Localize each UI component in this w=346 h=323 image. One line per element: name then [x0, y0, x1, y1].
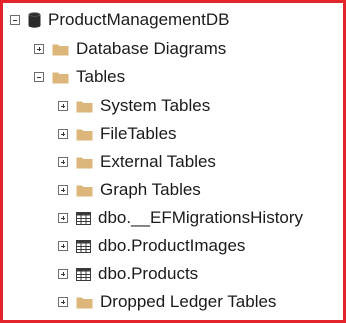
table-icon: [76, 239, 91, 253]
expand-icon[interactable]: [58, 213, 68, 223]
folder-icon: [76, 101, 93, 112]
collapse-icon[interactable]: [10, 15, 20, 25]
folder-icon: [76, 129, 93, 140]
tree-node-filetables[interactable]: FileTables: [58, 122, 177, 146]
tree-node-database-diagrams[interactable]: Database Diagrams: [34, 37, 226, 61]
database-icon: [28, 12, 41, 28]
folder-icon: [76, 185, 93, 196]
folder-icon: [52, 44, 69, 55]
tree-node-table-efmigrationshistory[interactable]: dbo.__EFMigrationsHistory: [58, 206, 303, 230]
tree-node-tables[interactable]: Tables: [34, 65, 125, 89]
table-icon: [76, 211, 91, 225]
table-icon: [76, 267, 91, 281]
tree-node-graph-tables[interactable]: Graph Tables: [58, 178, 201, 202]
tree-node-label: ProductManagementDB: [48, 10, 230, 29]
tree-node-label: Dropped Ledger Tables: [100, 292, 277, 311]
object-explorer-tree: ProductManagementDB Database Diagrams Ta…: [0, 0, 346, 323]
expand-icon[interactable]: [58, 297, 68, 307]
folder-icon: [76, 297, 93, 308]
expand-icon[interactable]: [58, 269, 68, 279]
tree-node-label: Database Diagrams: [76, 39, 227, 58]
tree-node-table-products[interactable]: dbo.Products: [58, 262, 198, 286]
tree-node-label: Tables: [76, 67, 126, 86]
expand-icon[interactable]: [58, 129, 68, 139]
tree-node-label: System Tables: [100, 96, 211, 115]
tree-node-label: External Tables: [100, 152, 216, 171]
expand-icon[interactable]: [58, 185, 68, 195]
expand-icon[interactable]: [58, 157, 68, 167]
tree-node-database[interactable]: ProductManagementDB: [10, 8, 229, 32]
folder-icon: [76, 157, 93, 168]
tree-node-dropped-ledger-tables[interactable]: Dropped Ledger Tables: [58, 290, 276, 314]
collapse-icon[interactable]: [34, 72, 44, 82]
tree-node-label: FileTables: [100, 124, 177, 143]
tree-node-label: dbo.__EFMigrationsHistory: [98, 208, 304, 227]
tree-node-label: dbo.Products: [98, 264, 199, 283]
tree-node-system-tables[interactable]: System Tables: [58, 94, 210, 118]
tree-node-external-tables[interactable]: External Tables: [58, 150, 216, 174]
tree-node-label: Graph Tables: [100, 180, 201, 199]
expand-icon[interactable]: [34, 44, 44, 54]
expand-icon[interactable]: [58, 241, 68, 251]
folder-icon: [52, 72, 69, 83]
tree-node-table-productimages[interactable]: dbo.ProductImages: [58, 234, 245, 258]
tree-node-label: dbo.ProductImages: [98, 236, 246, 255]
expand-icon[interactable]: [58, 101, 68, 111]
